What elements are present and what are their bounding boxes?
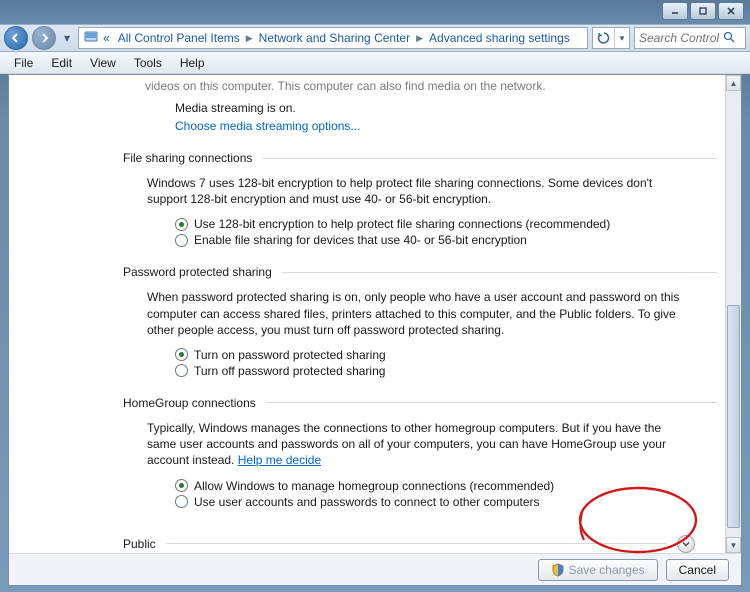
close-button[interactable] [718, 2, 744, 20]
scroll-thumb[interactable] [727, 305, 740, 528]
menu-help[interactable]: Help [172, 54, 213, 72]
control-panel-icon [83, 29, 99, 48]
radio-homegroup-manual[interactable] [175, 495, 188, 508]
breadcrumb[interactable]: « All Control Panel Items ▶ Network and … [78, 27, 588, 49]
homegroup-desc: Typically, Windows manages the connectio… [147, 420, 691, 469]
search-field[interactable] [639, 31, 719, 45]
section-title-file-sharing: File sharing connections [123, 151, 252, 165]
divider [266, 402, 717, 403]
radio-homegroup-manual-label: Use user accounts and passwords to conne… [194, 495, 540, 509]
radio-password-on-label: Turn on password protected sharing [194, 348, 386, 362]
vertical-scrollbar[interactable]: ▲ ▼ [725, 75, 741, 553]
media-desc-cut: videos on this computer. This computer c… [145, 79, 717, 93]
breadcrumb-item[interactable]: Advanced sharing settings [425, 31, 574, 45]
minimize-button[interactable] [662, 2, 688, 20]
scroll-track[interactable] [726, 91, 741, 537]
scroll-up-button[interactable]: ▲ [726, 75, 741, 91]
cancel-label: Cancel [679, 563, 716, 577]
radio-homegroup-auto[interactable] [175, 479, 188, 492]
radio-40-56bit[interactable] [175, 234, 188, 247]
menu-bar: File Edit View Tools Help [0, 52, 750, 74]
breadcrumb-back-icon[interactable]: « [101, 31, 112, 45]
title-bar [0, 0, 750, 24]
section-title-password: Password protected sharing [123, 265, 272, 279]
password-desc: When password protected sharing is on, o… [147, 289, 691, 338]
shield-icon [551, 563, 565, 577]
radio-password-off-label: Turn off password protected sharing [194, 364, 385, 378]
menu-file[interactable]: File [6, 54, 41, 72]
help-me-decide-link[interactable]: Help me decide [238, 453, 321, 467]
menu-edit[interactable]: Edit [43, 54, 80, 72]
maximize-button[interactable] [690, 2, 716, 20]
breadcrumb-item[interactable]: All Control Panel Items [114, 31, 244, 45]
radio-128bit-label: Use 128-bit encryption to help protect f… [194, 217, 610, 231]
cancel-button[interactable]: Cancel [666, 559, 729, 581]
forward-button[interactable] [32, 26, 56, 50]
back-button[interactable] [4, 26, 28, 50]
radio-128bit[interactable] [175, 218, 188, 231]
radio-password-off[interactable] [175, 364, 188, 377]
footer: Save changes Cancel [9, 553, 741, 585]
divider [282, 272, 717, 273]
homegroup-desc-text: Typically, Windows manages the connectio… [147, 421, 666, 467]
menu-tools[interactable]: Tools [126, 54, 170, 72]
save-changes-label: Save changes [569, 563, 645, 577]
search-icon [723, 31, 735, 46]
history-dropdown[interactable]: ▾ [60, 26, 74, 50]
refresh-button[interactable] [593, 28, 615, 48]
refresh-dropdown[interactable]: ▾ [615, 33, 629, 44]
section-title-homegroup: HomeGroup connections [123, 396, 256, 410]
chevron-right-icon: ▶ [246, 33, 253, 44]
client-area: videos on this computer. This computer c… [8, 74, 742, 586]
media-options-link[interactable]: Choose media streaming options... [175, 119, 717, 133]
chevron-right-icon: ▶ [416, 33, 423, 44]
menu-view[interactable]: View [82, 54, 124, 72]
profile-public-label: Public [123, 537, 156, 551]
radio-homegroup-auto-label: Allow Windows to manage homegroup connec… [194, 479, 554, 493]
media-status: Media streaming is on. [175, 101, 717, 115]
save-changes-button[interactable]: Save changes [538, 559, 658, 581]
search-input[interactable] [634, 27, 746, 49]
chevron-down-icon [681, 539, 691, 549]
divider [166, 543, 667, 544]
expand-public-button[interactable] [677, 535, 695, 553]
divider [262, 158, 717, 159]
file-sharing-desc: Windows 7 uses 128-bit encryption to hel… [147, 175, 691, 207]
scroll-down-button[interactable]: ▼ [726, 537, 741, 553]
radio-password-on[interactable] [175, 348, 188, 361]
nav-bar: ▾ « All Control Panel Items ▶ Network an… [0, 24, 750, 52]
settings-content: videos on this computer. This computer c… [9, 75, 725, 553]
breadcrumb-item[interactable]: Network and Sharing Center [255, 31, 414, 45]
radio-40-56bit-label: Enable file sharing for devices that use… [194, 233, 527, 247]
